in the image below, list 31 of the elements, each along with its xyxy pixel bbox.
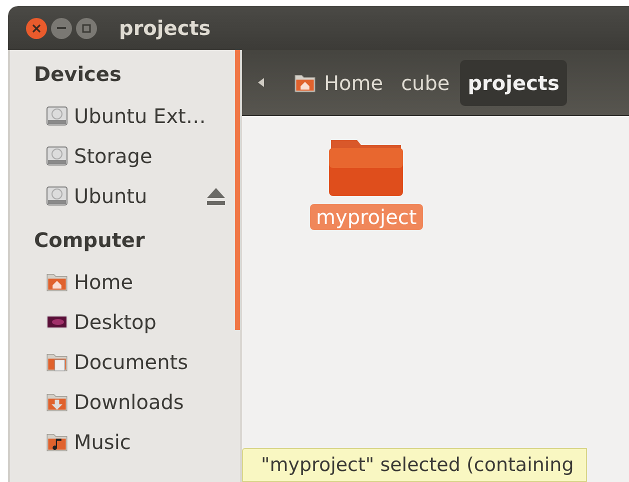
sidebar-item[interactable]: Ubuntu: [10, 176, 235, 216]
drive-icon: [46, 185, 68, 207]
sidebar-item[interactable]: Music: [10, 422, 235, 462]
home-folder-icon: [294, 72, 316, 92]
minimize-button[interactable]: [51, 18, 72, 38]
section-heading: Devices: [33, 61, 122, 88]
status-text: "myproject" selected (containing: [261, 454, 574, 476]
maximize-icon: [82, 24, 91, 32]
drive-icon: [46, 145, 68, 167]
documents-folder-icon: [46, 352, 68, 372]
maximize-button[interactable]: [76, 18, 97, 38]
sidebar-item[interactable]: Documents: [10, 342, 235, 382]
sidebar-item[interactable]: Storage: [10, 136, 235, 176]
window-title: projects: [119, 16, 211, 40]
path-button[interactable]: Home: [286, 60, 392, 106]
music-folder-icon: [46, 432, 68, 452]
close-button[interactable]: [26, 18, 47, 38]
sidebar-item[interactable]: Home: [10, 262, 235, 302]
sidebar-item[interactable]: Ubuntu Ext…: [10, 96, 235, 136]
eject-icon[interactable]: [205, 186, 227, 206]
scrollbar-thumb[interactable]: [235, 50, 240, 330]
close-icon: [32, 24, 41, 32]
path-button[interactable]: cube: [393, 60, 458, 106]
downloads-folder-icon: [46, 392, 68, 412]
drive-icon: [46, 105, 68, 127]
sidebar-item[interactable]: Downloads: [10, 382, 235, 422]
path-button[interactable]: projects: [460, 60, 568, 106]
sidebar-item[interactable]: Desktop: [10, 302, 235, 342]
minimize-icon: [57, 26, 66, 30]
home-folder-icon: [46, 272, 68, 292]
section-heading: Computer: [33, 227, 146, 254]
